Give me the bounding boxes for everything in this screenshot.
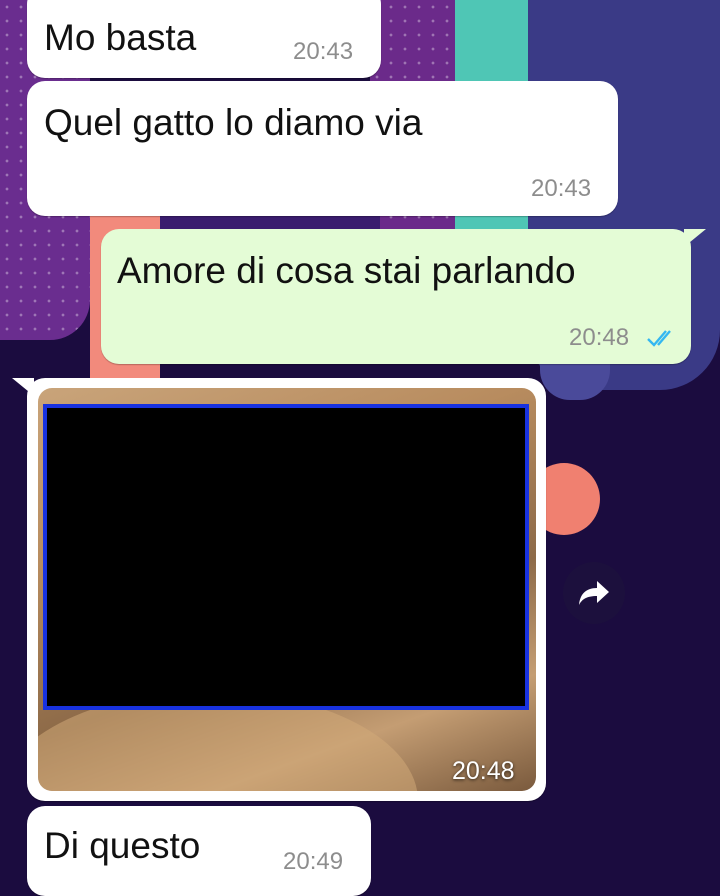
message-time: 20:49 <box>283 848 344 875</box>
message-text: Mo basta <box>44 17 197 58</box>
bubble-tail <box>684 229 706 247</box>
message-bubble-outgoing[interactable]: Amore di cosa stai parlando 20:48 <box>101 229 691 364</box>
message-text: Di questo <box>44 825 201 866</box>
image-time: 20:48 <box>452 757 515 785</box>
message-bubble-incoming[interactable]: Quel gatto lo diamo via 20:43 <box>27 81 618 216</box>
message-time: 20:43 <box>293 38 354 65</box>
message-time: 20:43 <box>531 175 592 202</box>
double-check-icon <box>647 330 671 347</box>
message-bubble-incoming[interactable]: Di questo 20:49 <box>27 806 371 896</box>
forward-arrow-icon <box>579 581 609 605</box>
forward-button[interactable] <box>563 562 625 624</box>
message-text: Amore di cosa stai parlando <box>117 250 576 291</box>
message-time: 20:48 <box>569 324 630 351</box>
bubble-tail <box>12 378 34 396</box>
censor-box <box>43 404 529 710</box>
message-text: Quel gatto lo diamo via <box>44 102 423 143</box>
message-bubble-incoming[interactable]: Mo basta 20:43 <box>27 0 381 78</box>
